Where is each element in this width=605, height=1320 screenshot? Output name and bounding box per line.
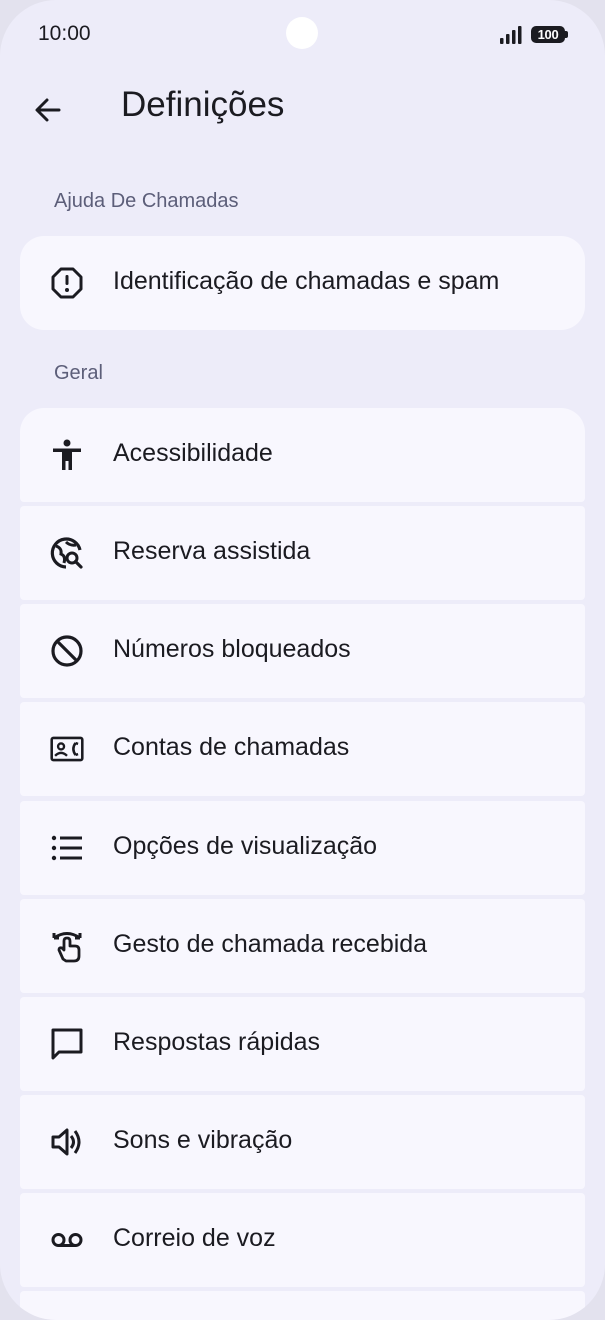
status-bar: 10:00 100: [0, 0, 605, 70]
setting-label: Reserva assistida: [113, 537, 311, 565]
setting-label: Opções de visualização: [113, 832, 378, 860]
swipe-gesture-icon: [50, 929, 84, 963]
volume-icon: [50, 1125, 84, 1159]
setting-label: Acessibilidade: [113, 439, 273, 467]
setting-blocked-numbers[interactable]: Números bloqueados: [20, 604, 585, 698]
setting-accessibility[interactable]: Acessibilidade: [20, 408, 585, 502]
setting-caller-id-spam[interactable]: Identificação de chamadas e spam: [20, 236, 585, 330]
setting-label: Identificação de chamadas e spam: [113, 267, 500, 295]
setting-label: Correio de voz: [113, 1224, 276, 1252]
setting-voicemail[interactable]: Correio de voz: [20, 1193, 585, 1287]
status-time: 10:00: [38, 22, 91, 45]
app-bar: Definições: [0, 70, 605, 150]
globe-search-icon: [50, 536, 84, 570]
chat-bubble-icon: [50, 1027, 84, 1061]
spam-alert-icon: [50, 266, 84, 300]
camera-cutout: [286, 17, 318, 49]
setting-label: Respostas rápidas: [113, 1028, 321, 1056]
setting-label: Gesto de chamada recebida: [113, 930, 428, 958]
battery-icon: 100: [531, 26, 568, 43]
setting-display-options[interactable]: Opções de visualização: [20, 801, 585, 895]
contact-card-phone-icon: [50, 732, 84, 766]
block-icon: [50, 634, 84, 668]
setting-sounds-vibration[interactable]: Sons e vibração: [20, 1095, 585, 1189]
setting-incoming-call-gesture[interactable]: Gesto de chamada recebida: [20, 899, 585, 993]
back-arrow-icon[interactable]: [28, 90, 68, 130]
setting-label: Sons e vibração: [113, 1126, 293, 1154]
phone-screen: 10:00 100 Definições Ajuda De Chamadas I…: [0, 0, 605, 1320]
section-header-general: Geral: [54, 362, 103, 384]
page-title: Definições: [121, 85, 285, 124]
setting-assisted-booking[interactable]: Reserva assistida: [20, 506, 585, 600]
voicemail-icon: [50, 1223, 84, 1257]
accessibility-icon: [50, 438, 84, 472]
setting-label: Números bloqueados: [113, 635, 351, 663]
list-icon: [50, 831, 84, 865]
setting-label: Contas de chamadas: [113, 733, 350, 761]
setting-quick-responses[interactable]: Respostas rápidas: [20, 997, 585, 1091]
setting-next-item-partial[interactable]: [20, 1291, 585, 1320]
setting-calling-accounts[interactable]: Contas de chamadas: [20, 702, 585, 796]
section-header-call-assist: Ajuda De Chamadas: [54, 190, 239, 212]
signal-icon: [500, 26, 522, 44]
